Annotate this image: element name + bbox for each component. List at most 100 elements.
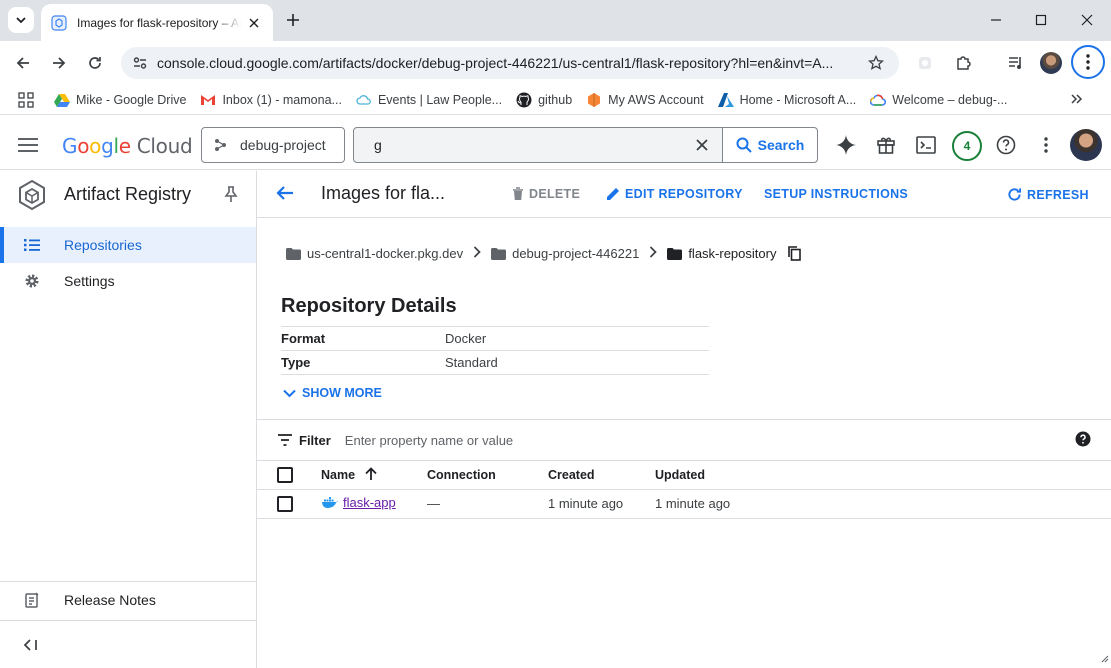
help-button[interactable] [994,133,1018,157]
browser-tab-active[interactable]: Images for flask-repository – Artifact R… [41,4,273,41]
bookmark-github[interactable]: github [516,92,572,108]
pin-button[interactable] [224,185,238,206]
chevron-right-icon [473,246,481,261]
minimize-button[interactable] [984,8,1008,32]
sort-ascending-icon[interactable] [364,467,377,481]
github-icon [516,92,532,108]
sidebar-item-label: Release Notes [64,592,156,608]
bookmarks-overflow-button[interactable] [1071,92,1083,108]
column-header-created[interactable]: Created [548,461,655,490]
setup-instructions-label: SETUP INSTRUCTIONS [764,187,909,201]
browser-menu-button[interactable] [1071,45,1105,79]
bookmark-google-drive[interactable]: Mike - Google Drive [54,92,186,108]
cloud-icon [356,92,372,108]
search-input[interactable] [354,128,682,162]
bookmark-gmail[interactable]: Inbox (1) - mamona... [200,92,342,108]
delete-button[interactable]: DELETE [512,187,580,201]
column-header-updated[interactable]: Updated [655,461,1111,490]
cloud-shell-button[interactable] [914,133,938,157]
copy-icon [788,246,802,261]
new-tab-button[interactable] [283,10,303,30]
connection-cell: — [427,489,548,519]
apps-button[interactable] [18,91,34,108]
chevron-down-icon [283,389,296,397]
window-resize-grip[interactable] [1101,651,1109,666]
close-window-button[interactable] [1075,8,1099,32]
back-button[interactable] [275,183,295,206]
select-all-checkbox[interactable] [277,466,293,483]
bookmark-azure[interactable]: Home - Microsoft A... [717,92,857,108]
page-title: Images for fla... [321,183,446,203]
gemini-button[interactable] [834,133,858,157]
browser-toolbar: console.cloud.google.com/artifacts/docke… [0,41,1111,85]
tab-close-button[interactable] [245,14,263,32]
gmail-icon [200,92,216,108]
column-header-name[interactable]: Name [321,461,427,490]
show-more-button[interactable]: SHOW MORE [283,386,382,400]
filter-help-button[interactable] [1075,431,1091,450]
help-icon [1075,431,1091,447]
artifact-registry-favicon-icon [51,14,67,31]
column-header-connection[interactable]: Connection [427,461,548,490]
address-bar[interactable]: console.cloud.google.com/artifacts/docke… [121,47,899,79]
edit-repository-button[interactable]: EDIT REPOSITORY [606,187,743,201]
search-button[interactable]: Search [722,128,817,162]
sparkle-icon [836,135,856,155]
bookmark-label: Home - Microsoft A... [739,92,857,107]
edit-repository-label: EDIT REPOSITORY [625,187,743,201]
sidebar-item-release-notes[interactable]: Release Notes [0,582,256,618]
notifications-badge[interactable]: 4 [952,131,982,161]
gcp-icon [870,92,887,108]
bookmark-aws[interactable]: My AWS Account [586,92,704,108]
sidebar-item-settings[interactable]: Settings [0,263,256,299]
breadcrumb-item-location[interactable]: us-central1-docker.pkg.dev [286,246,463,261]
site-info-button[interactable] [123,47,157,79]
arrow-left-icon [16,57,29,69]
bookmark-events[interactable]: Events | Law People... [356,92,502,108]
project-picker[interactable]: debug-project [201,127,345,163]
google-cloud-logo[interactable]: Google Cloud [62,134,193,158]
copy-button[interactable] [788,246,802,261]
collapse-sidebar-button[interactable] [0,620,256,668]
detail-key: Type [281,350,445,375]
maximize-button[interactable] [1029,8,1053,32]
folder-icon [491,247,507,260]
gift-button[interactable] [874,133,898,157]
folder-icon [286,247,301,260]
image-link[interactable]: flask-app [321,495,396,510]
breadcrumb-label: debug-project-446221 [512,246,640,261]
apps-grid-icon [18,91,34,108]
close-icon [1081,14,1093,26]
extension-button[interactable] [913,51,937,75]
bookmark-star-button[interactable] [861,55,891,71]
refresh-button[interactable]: REFRESH [1007,187,1089,202]
profile-button[interactable] [1039,51,1063,75]
filter-label: Filter [299,432,331,448]
search-bar: Search [353,127,818,163]
queue-music-icon [1009,57,1021,69]
breadcrumb-item-project[interactable]: debug-project-446221 [491,246,639,261]
help-outline-icon [996,135,1016,155]
collapse-left-icon [24,638,37,651]
tab-search-button[interactable] [8,7,34,33]
delete-label: DELETE [529,187,581,201]
refresh-icon [1008,188,1022,201]
bookmark-gcp-welcome[interactable]: Welcome – debug-... [870,92,1007,108]
main-menu-button[interactable] [16,133,40,157]
pin-icon [224,186,238,202]
search-clear-button[interactable] [682,128,722,162]
filter-input[interactable] [344,432,645,448]
terminal-icon [916,136,936,154]
settings-menu-button[interactable] [1034,133,1058,157]
extensions-menu-button[interactable] [951,51,975,75]
forward-button[interactable] [47,51,71,75]
account-avatar[interactable] [1070,129,1102,161]
reload-button[interactable] [83,51,107,75]
back-button[interactable] [11,51,35,75]
table-row: flask-app — 1 minute ago 1 minute ago [257,489,1111,519]
setup-instructions-button[interactable]: SETUP INSTRUCTIONS [764,187,908,201]
tune-icon [133,57,147,69]
row-checkbox[interactable] [277,495,293,512]
media-control-button[interactable] [1004,51,1028,75]
sidebar-item-repositories[interactable]: Repositories [0,227,256,263]
